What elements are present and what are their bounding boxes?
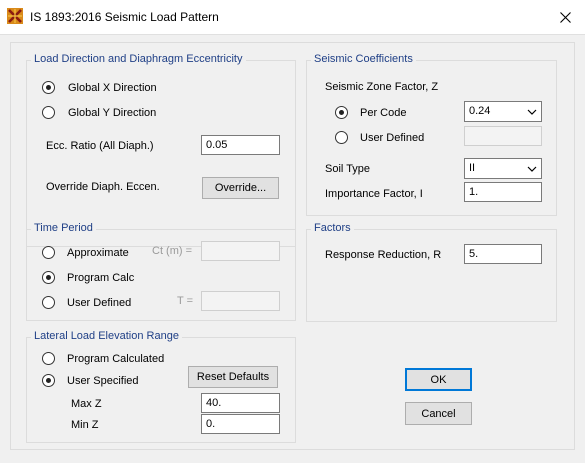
override-diaph-label: Override Diaph. Eccen.	[46, 181, 160, 193]
global-y-radio[interactable]	[42, 106, 55, 119]
override-button[interactable]: Override...	[202, 177, 279, 199]
soil-type-label: Soil Type	[325, 163, 371, 175]
time-user-defined-label[interactable]: User Defined	[67, 297, 131, 309]
ct-input[interactable]	[201, 241, 280, 261]
program-calc-radio[interactable]	[42, 271, 55, 284]
approximate-radio[interactable]	[42, 246, 55, 259]
load-direction-group: Load Direction and Diaphragm Eccentricit…	[26, 53, 296, 247]
time-period-legend: Time Period	[31, 222, 96, 234]
ok-button[interactable]: OK	[405, 368, 472, 391]
zone-user-defined-label[interactable]: User Defined	[360, 132, 424, 144]
load-direction-legend: Load Direction and Diaphragm Eccentricit…	[31, 53, 246, 65]
min-z-input[interactable]: 0.	[201, 414, 280, 434]
program-calculated-radio[interactable]	[42, 352, 55, 365]
sap-logo-icon	[7, 8, 23, 24]
max-z-input[interactable]: 40.	[201, 393, 280, 413]
seismic-coefficients-legend: Seismic Coefficients	[311, 53, 416, 65]
cancel-button[interactable]: Cancel	[405, 402, 472, 425]
seismic-coefficients-group: Seismic Coefficients Seismic Zone Factor…	[306, 53, 557, 216]
time-user-defined-radio[interactable]	[42, 296, 55, 309]
global-x-label[interactable]: Global X Direction	[68, 82, 157, 94]
approximate-label[interactable]: Approximate	[67, 247, 129, 259]
time-period-group: Time Period Approximate Ct (m) = Program…	[26, 222, 296, 321]
t-label: T =	[177, 295, 194, 307]
window-title: IS 1893:2016 Seismic Load Pattern	[30, 10, 219, 24]
importance-factor-input[interactable]: 1.	[464, 182, 542, 202]
chevron-down-icon	[527, 166, 537, 172]
factors-group: Factors Response Reduction, R 5.	[306, 222, 557, 322]
factors-legend: Factors	[311, 222, 354, 234]
soil-type-value: II	[469, 162, 476, 174]
ecc-ratio-input[interactable]: 0.05	[201, 135, 280, 155]
per-code-label[interactable]: Per Code	[360, 107, 406, 119]
ct-label: Ct (m) =	[152, 245, 193, 257]
global-x-radio[interactable]	[42, 81, 55, 94]
max-z-label: Max Z	[71, 398, 102, 410]
close-button[interactable]	[545, 0, 585, 34]
ecc-ratio-label: Ecc. Ratio (All Diaph.)	[46, 140, 154, 152]
t-input[interactable]	[201, 291, 280, 311]
zone-user-defined-radio[interactable]	[335, 131, 348, 144]
chevron-down-icon	[527, 109, 537, 115]
importance-factor-label: Importance Factor, I	[325, 188, 423, 200]
user-specified-label[interactable]: User Specified	[67, 375, 139, 387]
program-calculated-label[interactable]: Program Calculated	[67, 353, 164, 365]
zone-factor-value: 0.24	[469, 105, 491, 117]
zone-factor-label: Seismic Zone Factor, Z	[325, 81, 439, 93]
dialog-client: Load Direction and Diaphragm Eccentricit…	[1, 35, 584, 460]
close-icon	[559, 11, 571, 23]
min-z-label: Min Z	[71, 419, 99, 431]
program-calc-label[interactable]: Program Calc	[67, 272, 134, 284]
title-bar: IS 1893:2016 Seismic Load Pattern	[0, 0, 585, 35]
zone-factor-select[interactable]: 0.24	[464, 101, 542, 122]
per-code-radio[interactable]	[335, 106, 348, 119]
lateral-load-legend: Lateral Load Elevation Range	[31, 330, 182, 342]
global-y-label[interactable]: Global Y Direction	[68, 107, 156, 119]
user-specified-radio[interactable]	[42, 374, 55, 387]
reset-defaults-button[interactable]: Reset Defaults	[188, 366, 278, 388]
response-reduction-label: Response Reduction, R	[325, 249, 442, 261]
lateral-load-group: Lateral Load Elevation Range Program Cal…	[26, 330, 296, 443]
response-reduction-input[interactable]: 5.	[464, 244, 542, 264]
soil-type-select[interactable]: II	[464, 158, 542, 179]
zone-user-defined-input[interactable]	[464, 126, 542, 146]
